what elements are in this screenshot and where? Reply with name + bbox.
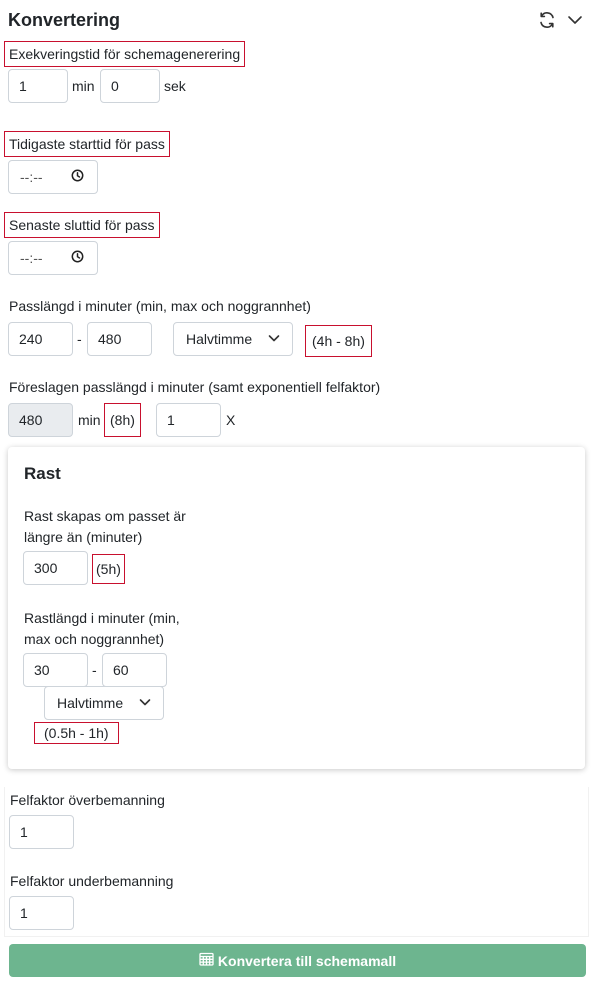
break-threshold-hint: (5h) — [92, 554, 125, 584]
break-threshold-label: Rast skapas om passet är längre än (minu… — [24, 506, 186, 548]
break-length-label-line1: Rastlängd i minuter (min, — [24, 610, 180, 626]
suggested-length-input: 480 — [8, 403, 73, 437]
convert-to-template-button[interactable]: Konvertera till schemamall — [9, 944, 586, 977]
calendar-icon — [199, 952, 214, 969]
break-range-hint: (0.5h - 1h) — [34, 722, 119, 744]
break-threshold-input[interactable]: 300 — [23, 551, 88, 585]
latest-end-label: Senaste sluttid för pass — [4, 212, 160, 238]
shift-length-separator: - — [77, 331, 82, 347]
exec-time-label: Exekveringstid för schemagenerering — [4, 41, 246, 67]
shift-length-label: Passlängd i minuter (min, max och noggra… — [9, 298, 311, 314]
shift-range-hint: (4h - 8h) — [305, 325, 372, 357]
latest-end-time-input[interactable]: --:-- — [8, 241, 98, 275]
understaff-factor-label: Felfaktor underbemanning — [10, 873, 174, 889]
error-factor-input[interactable]: 1 — [156, 403, 221, 437]
shift-length-max-input[interactable]: 480 — [87, 322, 152, 356]
exec-seconds-input[interactable]: 0 — [100, 69, 160, 103]
shift-precision-select[interactable]: Halvtimme — [173, 322, 293, 356]
page-title: Konvertering — [8, 10, 121, 30]
earliest-start-time-input[interactable]: --:-- — [8, 160, 98, 194]
clock-icon[interactable] — [71, 169, 84, 185]
chevron-down-icon[interactable] — [565, 10, 585, 30]
latest-end-value: --:-- — [20, 250, 43, 266]
break-threshold-label-line1: Rast skapas om passet är — [24, 508, 186, 524]
shift-length-min-input[interactable]: 240 — [8, 322, 73, 356]
earliest-start-label: Tidigaste starttid för pass — [4, 131, 170, 157]
exec-minutes-input[interactable]: 1 — [8, 69, 68, 103]
earliest-start-value: --:-- — [20, 169, 43, 185]
break-length-label: Rastlängd i minuter (min, max och noggra… — [24, 608, 180, 650]
shift-precision-value: Halvtimme — [186, 331, 253, 347]
error-factor-unit: X — [226, 412, 236, 428]
break-length-label-line2: max och noggrannhet) — [24, 631, 165, 647]
break-length-min-input[interactable]: 30 — [23, 653, 88, 687]
break-card-title: Rast — [24, 464, 61, 483]
error-factors-section — [4, 787, 589, 937]
convert-button-label: Konvertera till schemamall — [217, 952, 397, 969]
exec-seconds-unit: sek — [164, 78, 186, 94]
understaff-factor-input[interactable]: 1 — [9, 896, 74, 930]
chevron-down-icon — [268, 331, 280, 347]
overstaff-factor-label: Felfaktor överbemanning — [10, 792, 165, 808]
suggested-hours-hint: (8h) — [104, 403, 141, 437]
suggested-length-unit: min — [78, 412, 101, 428]
break-length-separator: - — [92, 662, 97, 678]
suggested-length-label: Föreslagen passlängd i minuter (samt exp… — [9, 379, 381, 395]
refresh-icon[interactable] — [537, 10, 557, 30]
break-precision-select[interactable]: Halvtimme — [44, 686, 164, 720]
exec-minutes-unit: min — [72, 78, 95, 94]
break-precision-value: Halvtimme — [57, 695, 124, 711]
break-threshold-label-line2: längre än (minuter) — [24, 529, 143, 545]
clock-icon[interactable] — [71, 250, 84, 266]
overstaff-factor-input[interactable]: 1 — [9, 815, 74, 849]
break-length-max-input[interactable]: 60 — [102, 653, 167, 687]
chevron-down-icon — [139, 695, 151, 711]
